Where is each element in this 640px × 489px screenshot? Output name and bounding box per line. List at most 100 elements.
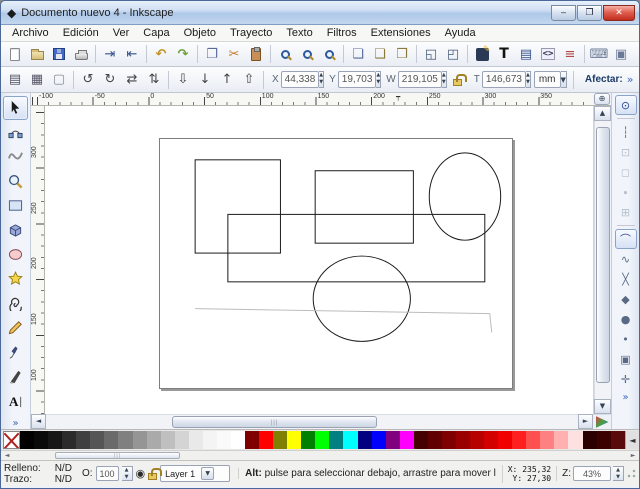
select-all-layers-button[interactable]: ▦ <box>26 69 48 90</box>
lower-button[interactable]: ↓ <box>194 69 216 90</box>
vertical-scrollbar[interactable]: ▲ ▼ <box>593 106 611 414</box>
palette-scrollbar-right-arrow[interactable]: ► <box>627 451 639 460</box>
open-document-button[interactable] <box>26 44 48 65</box>
group-button[interactable]: ◱ <box>420 44 442 65</box>
snap-bbox-button[interactable]: ┆ <box>615 122 637 142</box>
menu-item[interactable]: Texto <box>279 27 319 39</box>
palette-swatch[interactable] <box>456 431 470 449</box>
palette-scroll-left-button[interactable]: ◄ <box>625 431 639 449</box>
y-field-spinner[interactable]: ▲▼ <box>376 71 381 88</box>
x-field-spinner[interactable]: ▲▼ <box>319 71 324 88</box>
palette-swatch[interactable] <box>259 431 273 449</box>
titlebar[interactable]: ◆ Documento nuevo 4 - Inkscape – ❐ ✕ <box>1 1 639 25</box>
palette-swatch[interactable] <box>147 431 161 449</box>
palette-swatch[interactable] <box>48 431 62 449</box>
palette-swatch[interactable] <box>428 431 442 449</box>
text-dialog-button[interactable]: T <box>493 44 515 65</box>
raise-to-top-button[interactable]: ⇧ <box>238 69 260 90</box>
palette-swatch[interactable] <box>203 431 217 449</box>
scroll-right-button[interactable]: ► <box>578 414 593 429</box>
menu-item[interactable]: Objeto <box>177 27 223 39</box>
zoom-selection-button[interactable] <box>274 44 296 65</box>
snap-bbox-edges-button[interactable]: ⊡ <box>615 142 637 162</box>
opacity-field[interactable]: 100 <box>96 466 119 481</box>
node-editor-tool[interactable] <box>3 121 28 144</box>
x-field[interactable]: 44,338 <box>281 71 320 88</box>
palette-swatch[interactable] <box>34 431 48 449</box>
zoom-drawing-button[interactable] <box>296 44 318 65</box>
snap-bbox-centers-button[interactable]: ⊞ <box>615 202 637 222</box>
raise-button[interactable]: ↑ <box>216 69 238 90</box>
palette-swatch[interactable] <box>372 431 386 449</box>
palette-swatch[interactable] <box>470 431 484 449</box>
palette-scrollbar-track[interactable]: ||| <box>13 451 627 460</box>
horizontal-scroll-thumb[interactable]: ||| <box>172 416 377 428</box>
palette-swatch[interactable] <box>62 431 76 449</box>
palette-swatch[interactable] <box>540 431 554 449</box>
canvas[interactable] <box>45 106 593 414</box>
palette-scrollbar-left-arrow[interactable]: ◄ <box>1 451 13 460</box>
spiral-tool[interactable] <box>3 292 28 315</box>
snap-bbox-edge-midpoints-button[interactable]: ∙ <box>615 182 637 202</box>
palette-swatch[interactable] <box>118 431 132 449</box>
zoom-tool[interactable] <box>3 169 28 192</box>
palette-swatch[interactable] <box>273 431 287 449</box>
palette-swatch[interactable] <box>231 431 245 449</box>
resize-grip[interactable] <box>627 469 636 478</box>
unit-dropdown-button[interactable]: ▼ <box>561 71 567 88</box>
palette-swatch[interactable] <box>484 431 498 449</box>
print-button[interactable] <box>70 44 92 65</box>
freehand-line[interactable] <box>195 309 492 333</box>
palette-swatch[interactable] <box>104 431 118 449</box>
palette-swatch[interactable] <box>343 431 357 449</box>
pencil-tool[interactable] <box>3 316 28 339</box>
rotate-cw-button[interactable]: ↻ <box>99 69 121 90</box>
duplicate-button[interactable]: ❏ <box>347 44 369 65</box>
rectangle-tool[interactable] <box>3 194 28 217</box>
undo-button[interactable]: ↶ <box>150 44 172 65</box>
palette-swatch[interactable] <box>358 431 372 449</box>
palette-swatch[interactable] <box>498 431 512 449</box>
palette-swatch[interactable] <box>245 431 259 449</box>
menu-item[interactable]: Trayecto <box>223 27 279 39</box>
input-devices-button[interactable]: ⌨ <box>588 44 610 65</box>
snap-midpoints-button[interactable]: • <box>615 329 637 349</box>
calligraphy-tool[interactable] <box>3 365 28 388</box>
align-dialog-button[interactable]: ≡ <box>559 44 581 65</box>
select-all-button[interactable]: ▤ <box>4 69 26 90</box>
menu-item[interactable]: Ver <box>106 27 137 39</box>
palette-swatch[interactable] <box>90 431 104 449</box>
palette-swatch[interactable] <box>133 431 147 449</box>
palette-swatch[interactable] <box>76 431 90 449</box>
snap-rotation-centers-button[interactable]: ✛ <box>615 369 637 389</box>
new-document-button[interactable] <box>4 44 26 65</box>
square-shape-left[interactable] <box>195 160 280 253</box>
ellipse-tool[interactable] <box>3 243 28 266</box>
star-tool[interactable] <box>3 267 28 290</box>
menu-item[interactable]: Archivo <box>5 27 56 39</box>
menu-item[interactable]: Filtros <box>320 27 364 39</box>
zoom-spinner[interactable]: ▲▼ <box>613 466 624 481</box>
snap-object-centers-button[interactable]: ▣ <box>615 349 637 369</box>
menu-item[interactable]: Edición <box>56 27 106 39</box>
y-field[interactable]: 19,703 <box>338 71 377 88</box>
toolbar-overflow-icon[interactable]: » <box>627 73 634 86</box>
ungroup-button[interactable]: ◰ <box>442 44 464 65</box>
snap-path-intersections-button[interactable]: ╳ <box>615 269 637 289</box>
rectangle-shape-top[interactable] <box>315 171 413 243</box>
snap-paths-button[interactable]: ∿ <box>615 249 637 269</box>
menu-item[interactable]: Capa <box>136 27 176 39</box>
3d-box-tool[interactable] <box>3 218 28 241</box>
rectangle-shape-wide[interactable] <box>228 214 485 281</box>
zoom-field[interactable]: 43% <box>573 466 611 481</box>
height-field-spinner[interactable]: ▲▼ <box>526 71 531 88</box>
snap-cusp-nodes-button[interactable]: ◆ <box>615 289 637 309</box>
lock-ratio-button[interactable] <box>447 69 469 90</box>
palette-swatch[interactable] <box>386 431 400 449</box>
cut-button[interactable]: ✂ <box>223 44 245 65</box>
snap-nodes-button[interactable]: ⌒ <box>615 229 637 249</box>
fill-value[interactable]: N/D <box>55 463 72 474</box>
text-tool[interactable]: A <box>3 389 28 412</box>
lower-to-bottom-button[interactable]: ⇩ <box>172 69 194 90</box>
stroke-value[interactable]: N/D <box>55 474 72 485</box>
